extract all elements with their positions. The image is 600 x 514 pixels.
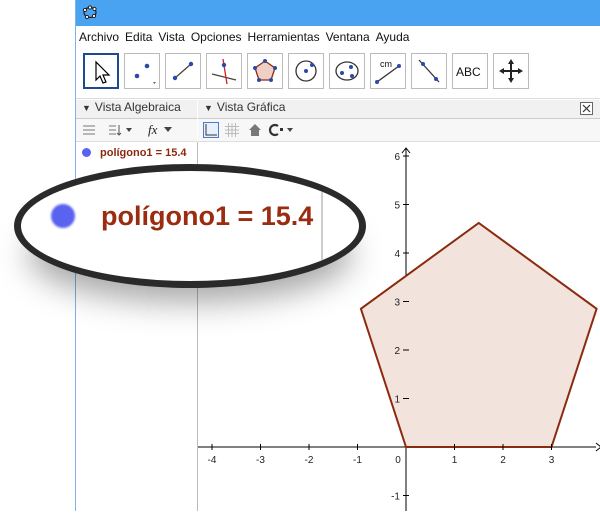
algebra-view-header[interactable]: ▼ Vista Algebraica [76,100,197,119]
title-bar [76,0,600,26]
tool-conic[interactable] [329,53,365,89]
magnified-dot-icon [51,204,75,228]
tool-move-graphics[interactable] [493,53,529,89]
tool-perpendicular[interactable] [206,53,242,89]
sort-icon[interactable] [108,123,136,137]
circle-tool-icon [295,60,317,82]
x-tick-label: -1 [353,455,362,466]
algebra-item-label: polígono1 = 15.4 [100,147,187,159]
x-tick-label: -3 [256,455,265,466]
menu-archivo[interactable]: Archivo [76,28,122,46]
x-tick-label: 1 [452,455,458,466]
y-tick-label: 1 [394,395,400,406]
x-tick-label: -4 [208,455,217,466]
menu-ventana[interactable]: Ventana [323,28,373,46]
measure-tool-icon: cm [375,59,401,84]
tool-reflect[interactable] [411,53,447,89]
toolbar: cm ABC [76,50,600,99]
magnified-panel-divider [321,171,323,281]
y-tick-label: 4 [394,249,400,260]
line-tool-icon [172,61,194,81]
collapse-triangle-icon[interactable]: ▼ [82,103,91,113]
tool-circle[interactable] [288,53,324,89]
point-tool-icon [134,63,156,84]
magnified-algebra-item: polígono1 = 15.4 [51,201,313,232]
menu-edita[interactable]: Edita [122,28,155,46]
fx-input-button[interactable]: fx [148,122,157,138]
x-tick-label: -2 [305,455,314,466]
menu-opciones[interactable]: Opciones [188,28,245,46]
graphics-view-header[interactable]: ▼ Vista Gráfica [198,100,600,119]
x-axis-arrow [595,442,600,452]
menu-ayuda[interactable]: Ayuda [373,28,413,46]
text-tool-icon: ABC [456,65,481,79]
algebra-item-polygon[interactable]: polígono1 = 15.4 [82,147,187,159]
polygon-tool-icon [253,59,277,82]
y-tick-label: -1 [391,492,400,503]
visibility-dot-icon[interactable] [82,148,91,157]
algebra-view-title: Vista Algebraica [94,100,181,114]
close-icon[interactable] [580,102,593,115]
point-capture-icon[interactable] [268,123,298,137]
tool-measure[interactable]: cm [370,53,406,89]
tool-text[interactable]: ABC [452,53,488,89]
move-graphics-tool-icon [499,59,523,83]
tool-move[interactable] [83,53,119,89]
y-tick-label: 3 [394,298,400,309]
y-tick-label: 6 [394,152,400,163]
menu-vista[interactable]: Vista [155,28,187,46]
graphics-style-bar [198,119,600,142]
axes-toggle-icon[interactable] [203,122,219,138]
menu-bar: Archivo Edita Vista Opciones Herramientas Ven… [76,28,600,48]
magnified-label: polígono1 = 15.4 [101,201,314,231]
chevron-down-icon[interactable] [164,127,172,133]
collapse-triangle-icon[interactable]: ▼ [204,103,213,113]
x-tick-label: 3 [549,455,555,466]
move-tool-icon [95,60,111,84]
magnifier-callout: polígono1 = 15.4 [14,164,366,288]
text-tool-label: ABC [456,65,481,79]
tool-line[interactable] [165,53,201,89]
geogebra-logo-icon [82,5,97,20]
y-tick-label: 5 [394,201,400,212]
algebra-style-bar: fx [76,119,197,142]
list-icon[interactable] [82,123,96,137]
graphics-view-title: Vista Gráfica [216,100,286,114]
tool-point[interactable] [124,53,160,89]
conic-tool-icon [335,61,359,81]
menu-herramientas[interactable]: Herramientas [245,28,323,46]
measure-label: cm [380,59,392,69]
grid-toggle-icon[interactable] [225,123,239,137]
perpendicular-tool-icon [211,58,237,85]
reflect-tool-icon [418,59,440,83]
x-tick-label: 2 [500,455,506,466]
home-icon[interactable] [248,123,262,137]
x-tick-label: 0 [395,455,401,466]
tool-polygon[interactable] [247,53,283,89]
y-tick-label: 2 [394,346,400,357]
